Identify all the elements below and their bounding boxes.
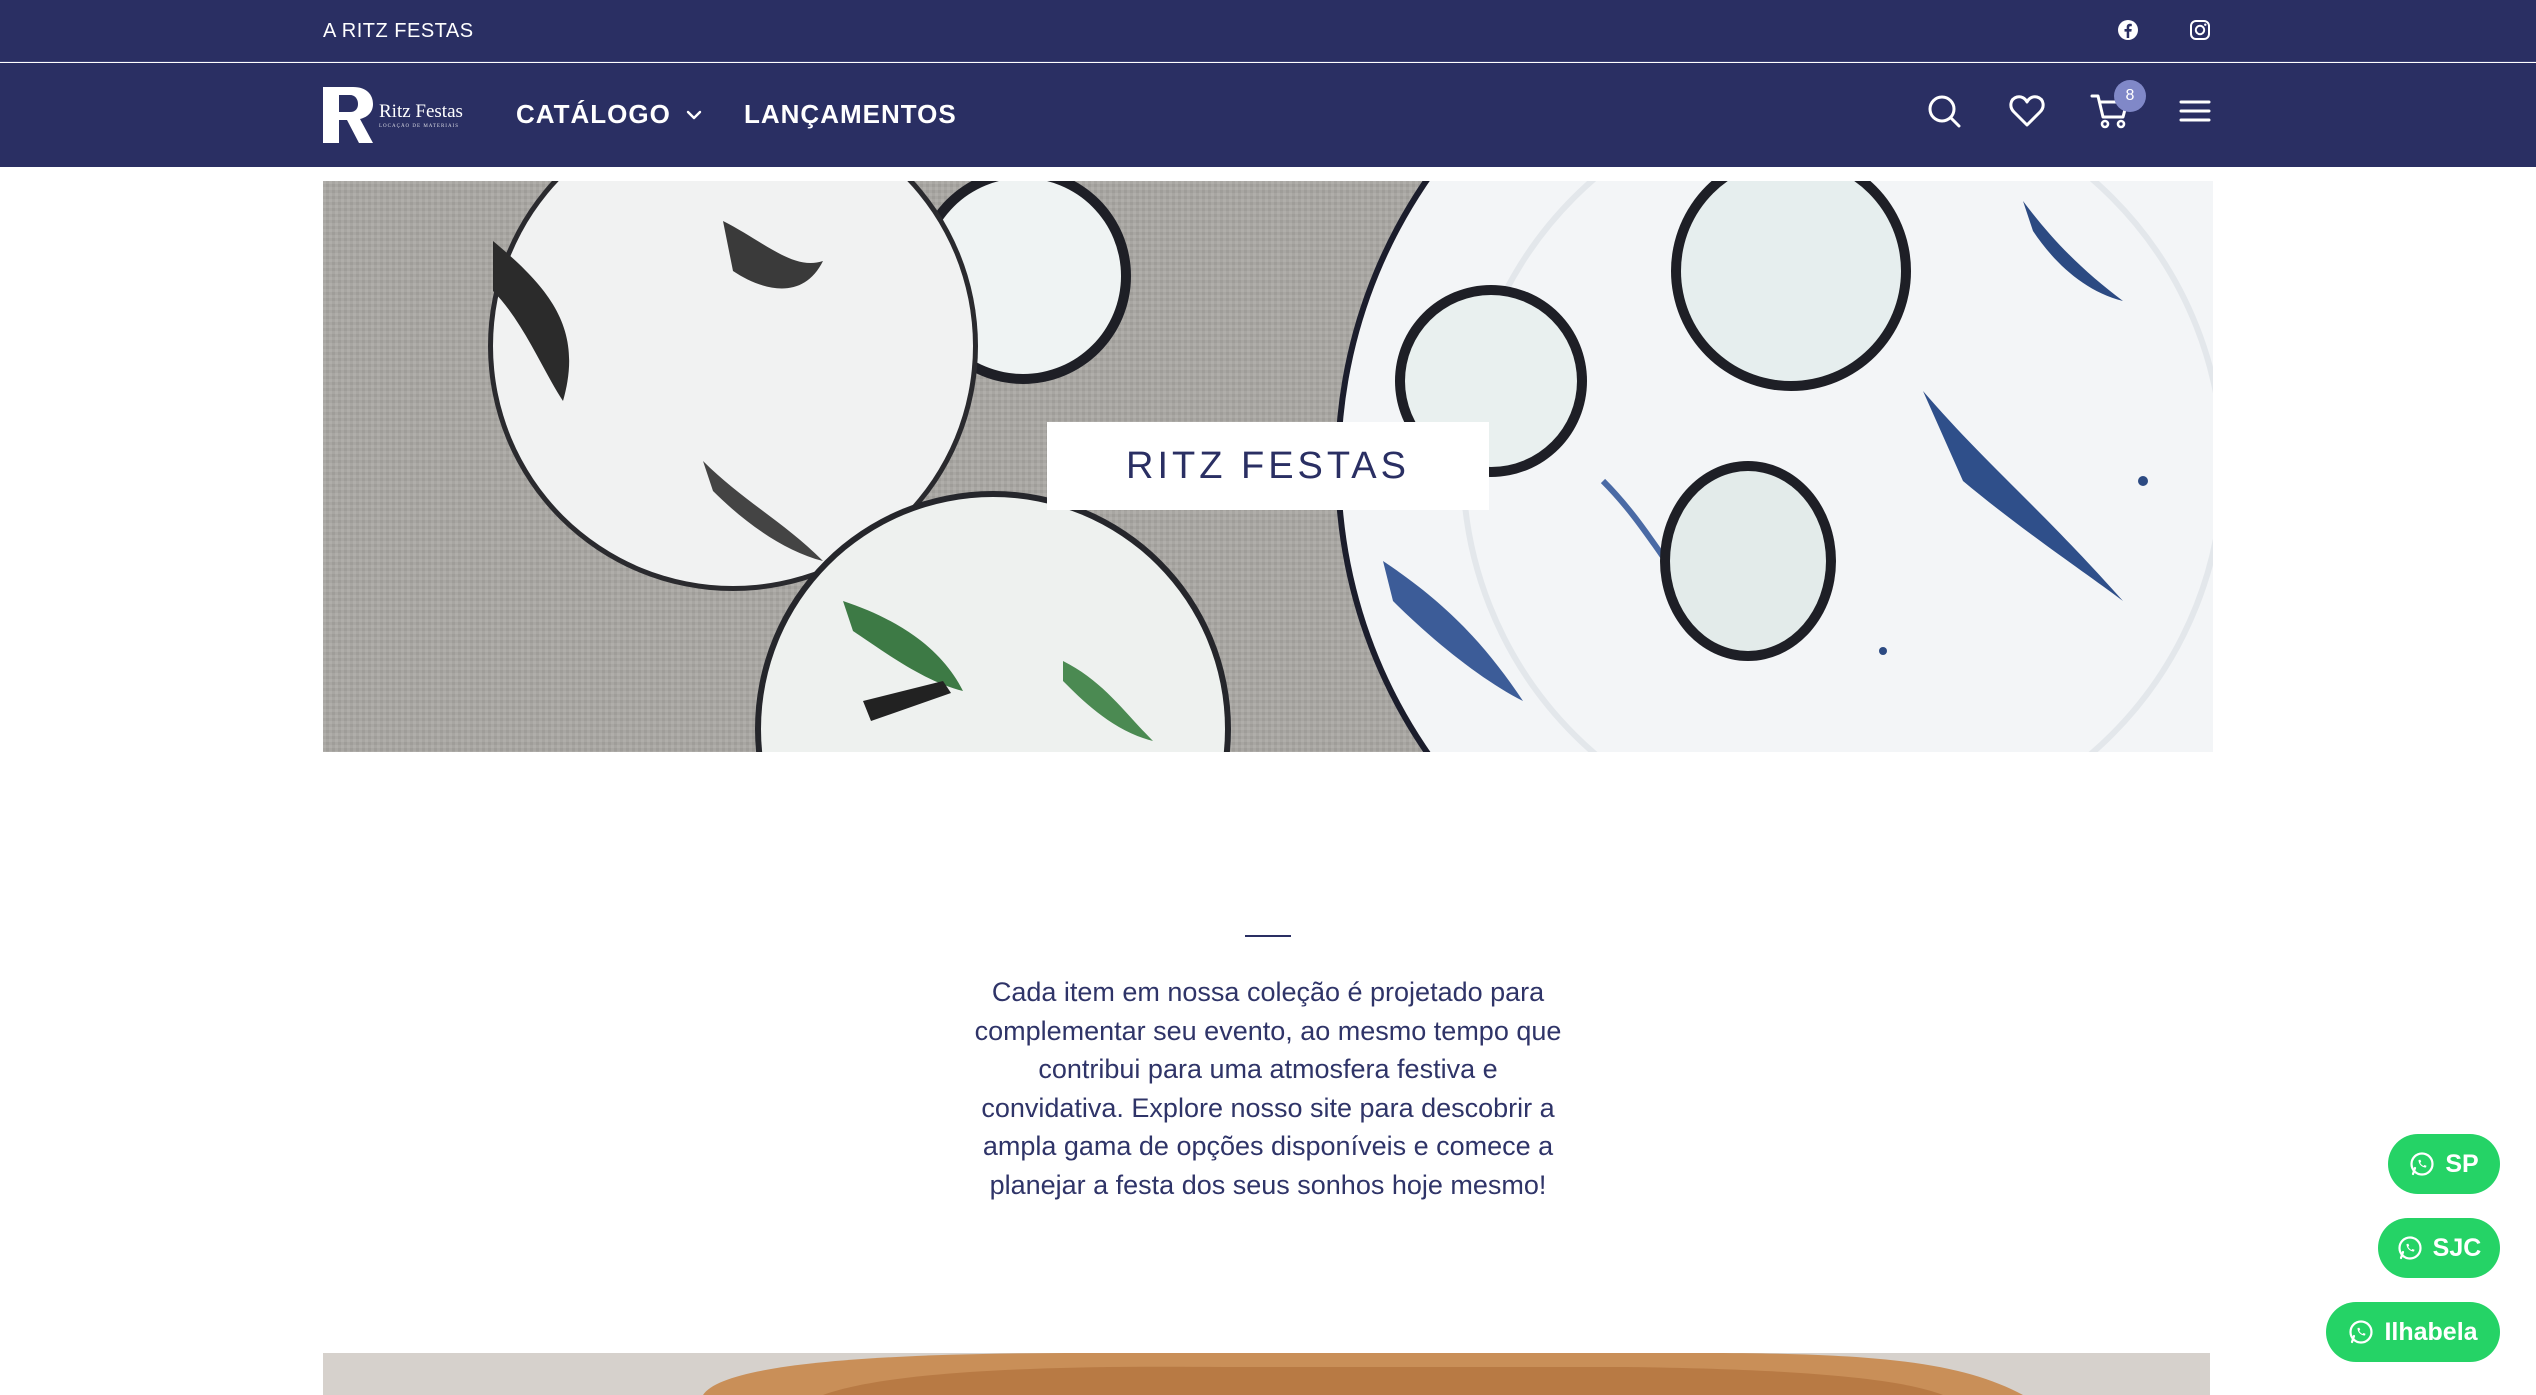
hero-title: RITZ FESTAS — [1126, 444, 1410, 487]
whatsapp-icon — [2349, 1320, 2374, 1344]
chevron-down-icon — [686, 110, 702, 119]
section-divider — [1245, 935, 1291, 937]
whatsapp-icon — [2398, 1236, 2422, 1260]
cart-count-badge: 8 — [2114, 80, 2146, 112]
whatsapp-sjc-label: SJC — [2432, 1233, 2482, 1262]
hero-banner[interactable]: RITZ FESTAS — [323, 181, 2213, 752]
whatsapp-sp-button[interactable]: SP — [2388, 1134, 2500, 1194]
site-logo[interactable]: Ritz Festas LOCAÇÃO DE MATERIAIS — [323, 87, 473, 143]
nav-catalogo-label: CATÁLOGO — [516, 99, 671, 129]
section-image — [323, 1353, 2210, 1395]
nav-catalogo[interactable]: CATÁLOGO — [516, 99, 703, 130]
heart-icon[interactable] — [2007, 91, 2047, 131]
logo-tagline: LOCAÇÃO DE MATERIAIS — [379, 123, 459, 129]
intro-paragraph: Cada item em nossa coleção é projetado p… — [974, 977, 1562, 1200]
logo-mark-icon — [323, 87, 373, 143]
about-link[interactable]: A RITZ FESTAS — [323, 20, 474, 43]
instagram-icon[interactable] — [2188, 18, 2212, 42]
whatsapp-icon — [2410, 1152, 2434, 1176]
nav-lancamentos-label: LANÇAMENTOS — [744, 99, 957, 129]
nav-lancamentos[interactable]: LANÇAMENTOS — [744, 99, 957, 130]
main-navbar: Ritz Festas LOCAÇÃO DE MATERIAIS CATÁLOG… — [0, 63, 2536, 167]
menu-icon[interactable] — [2175, 91, 2215, 131]
search-icon[interactable] — [1924, 91, 1964, 131]
whatsapp-ilhabela-button[interactable]: Ilhabela — [2326, 1302, 2500, 1362]
whatsapp-ilhabela-label: Ilhabela — [2384, 1317, 2478, 1346]
wooden-board-image — [323, 1353, 2210, 1395]
whatsapp-sjc-button[interactable]: SJC — [2378, 1218, 2500, 1278]
logo-text: Ritz Festas LOCAÇÃO DE MATERIAIS — [379, 100, 463, 129]
facebook-icon[interactable] — [2116, 18, 2140, 42]
top-bar: A RITZ FESTAS — [0, 0, 2536, 62]
hero-title-card: RITZ FESTAS — [1047, 422, 1489, 510]
whatsapp-sp-label: SP — [2445, 1149, 2479, 1178]
